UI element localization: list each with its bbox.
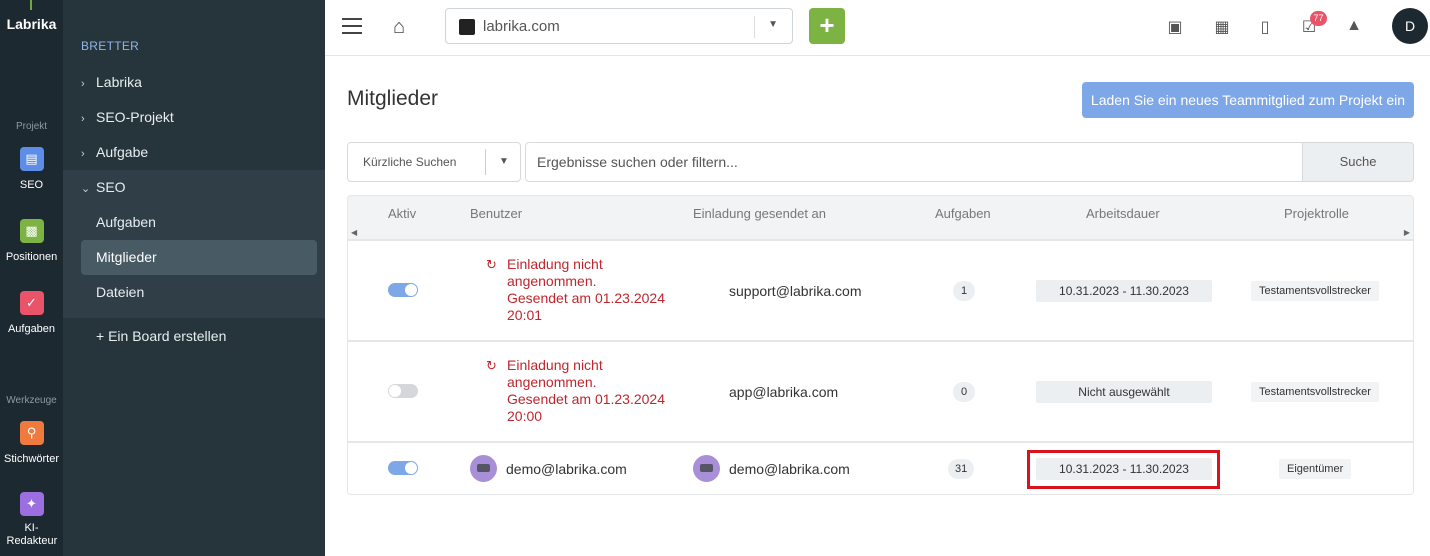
active-toggle[interactable] [388, 384, 418, 398]
divider [485, 149, 486, 175]
active-toggle[interactable] [388, 461, 418, 475]
nav-item-label: SEO [96, 179, 126, 195]
chevron-down-icon: ▼ [768, 19, 778, 30]
highlight-box [1027, 450, 1220, 489]
rail-item-positionen[interactable]: ▩ Positionen [0, 219, 63, 265]
work-period[interactable]: Nicht ausgewählt [1036, 381, 1212, 403]
search-field[interactable] [525, 142, 1303, 182]
nav-sub-mitglieder[interactable]: Mitglieder [96, 241, 157, 273]
user-avatar [470, 455, 497, 482]
rail-item-label: Positionen [5, 251, 58, 263]
nav-sub-aufgaben[interactable]: Aufgaben [96, 206, 156, 238]
invited-avatar [693, 455, 720, 482]
task-count: 0 [953, 382, 975, 402]
nav-item-label: SEO-Projekt [96, 109, 174, 125]
boards-nav: BRETTER › Labrika › SEO-Projekt › Aufgabe ⌄… [63, 0, 325, 556]
bell-icon[interactable]: ▲ [1344, 17, 1364, 35]
table-row: ↻ Einladung nicht angenommen. Gesendet a… [347, 341, 1414, 442]
rail-item-seo[interactable]: ▤ SEO [0, 147, 63, 193]
briefcase-icon[interactable]: ▣ [1165, 17, 1185, 37]
active-toggle[interactable] [388, 283, 418, 297]
invited-email: support@labrika.com [729, 283, 862, 299]
logo-accent [30, 0, 32, 10]
project-role[interactable]: Eigentümer [1279, 459, 1352, 479]
table-header: Aktiv Benutzer Einladung gesendet an Auf… [347, 195, 1414, 240]
rail-item-label: Aufgaben [7, 323, 56, 335]
nav-header: BRETTER [81, 39, 140, 53]
site-selector[interactable]: labrika.com ▼ [445, 8, 793, 44]
chevron-right-icon: › [81, 78, 85, 90]
scroll-left-icon[interactable]: ◀ [351, 228, 357, 237]
chevron-right-icon: › [81, 113, 85, 125]
section-label-tools: Werkzeuge [6, 395, 57, 406]
column-header-invited-to: Einladung gesendet an [693, 206, 827, 221]
site-favicon-icon [459, 19, 475, 35]
create-board-link[interactable]: + Ein Board erstellen [96, 320, 226, 352]
chevron-down-icon: ▼ [499, 156, 509, 167]
invitation-status: ↻ Einladung nicht angenommen. Gesendet a… [486, 256, 666, 323]
invited-email: app@labrika.com [729, 384, 839, 400]
column-header-tasks: Aufgaben [935, 206, 991, 221]
nav-item-label: Labrika [96, 74, 142, 90]
search-input[interactable] [526, 143, 1302, 181]
section-label-project: Projekt [15, 121, 48, 132]
chevron-down-icon: ⌄ [81, 183, 91, 195]
add-button[interactable]: + [809, 8, 845, 44]
recent-searches-label: Kürzliche Suchen [363, 155, 457, 169]
column-header-duration: Arbeitsdauer [1086, 206, 1160, 221]
rail-item-label: Stichwörter [3, 453, 60, 465]
chevron-right-icon: › [81, 148, 85, 160]
scroll-right-icon[interactable]: ▶ [1404, 228, 1410, 237]
menu-icon[interactable] [342, 18, 362, 34]
column-header-user: Benutzer [470, 206, 523, 221]
table-row: ↻ Einladung nicht angenommen. Gesendet a… [347, 240, 1414, 341]
check-icon: ✓ [19, 291, 44, 315]
nav-item-aufgabe[interactable]: › Aufgabe [81, 136, 317, 168]
user-email: demo@labrika.com [506, 461, 627, 477]
magic-wand-icon: ✦ [19, 492, 44, 516]
nav-sub-dateien[interactable]: Dateien [96, 276, 144, 308]
pending-icon: ↻ [486, 257, 497, 272]
work-period[interactable]: 10.31.2023 - 11.30.2023 [1036, 280, 1212, 302]
project-role[interactable]: Testamentsvollstrecker [1251, 281, 1379, 301]
project-role[interactable]: Testamentsvollstrecker [1251, 382, 1379, 402]
rail-item-label: SEO [19, 179, 44, 191]
chart-icon: ▩ [19, 219, 44, 243]
task-count: 1 [953, 281, 975, 301]
clipboard-icon: ▤ [19, 147, 44, 171]
rail-item-stichwoerter[interactable]: ⚲ Stichwörter [0, 421, 63, 467]
calendar-icon[interactable]: ▦ [1212, 17, 1232, 37]
divider [754, 16, 755, 38]
nav-item-label: Aufgabe [96, 144, 149, 160]
notification-badge: 77 [1310, 11, 1327, 26]
search-button[interactable]: Suche [1302, 142, 1414, 182]
recent-searches-dropdown[interactable]: Kürzliche Suchen ▼ [347, 142, 521, 182]
invitation-status: ↻ Einladung nicht angenommen. Gesendet a… [486, 357, 666, 424]
user-avatar[interactable]: D [1392, 8, 1428, 44]
rail-item-ki-redakteur[interactable]: ✦ KI-Redakteur [0, 492, 63, 548]
top-bar: ⌂ labrika.com ▼ + ▣ ▦ ▯ ☑ 77 ▲ D [325, 0, 1430, 56]
page-title: Mitglieder [347, 87, 439, 110]
home-icon[interactable]: ⌂ [393, 16, 405, 39]
app-logo[interactable]: Labrika [0, 16, 63, 32]
key-icon: ⚲ [19, 421, 44, 445]
nav-item-labrika[interactable]: › Labrika [81, 66, 317, 98]
column-header-active: Aktiv [388, 206, 417, 221]
rail-item-label: KI-Redakteur [6, 522, 58, 547]
table-row: demo@labrika.com demo@labrika.com 31 10.… [347, 442, 1414, 495]
task-count: 31 [948, 459, 975, 479]
rail-item-aufgaben[interactable]: ✓ Aufgaben [0, 291, 63, 337]
invited-email: demo@labrika.com [729, 461, 850, 477]
members-table: Aktiv Benutzer Einladung gesendet an Auf… [347, 195, 1414, 495]
nav-item-seo[interactable]: ⌄ SEO [81, 171, 317, 203]
invite-member-button[interactable]: Laden Sie ein neues Teammitglied zum Pro… [1082, 82, 1414, 118]
chat-icon[interactable]: ▯ [1255, 17, 1275, 37]
icon-rail: Labrika Projekt ▤ SEO ▩ Positionen ✓ Auf… [0, 0, 63, 556]
column-header-role: Projektrolle [1284, 206, 1350, 221]
site-selector-value: labrika.com [483, 18, 560, 35]
nav-item-seo-projekt[interactable]: › SEO-Projekt [81, 101, 317, 133]
pending-icon: ↻ [486, 358, 497, 373]
